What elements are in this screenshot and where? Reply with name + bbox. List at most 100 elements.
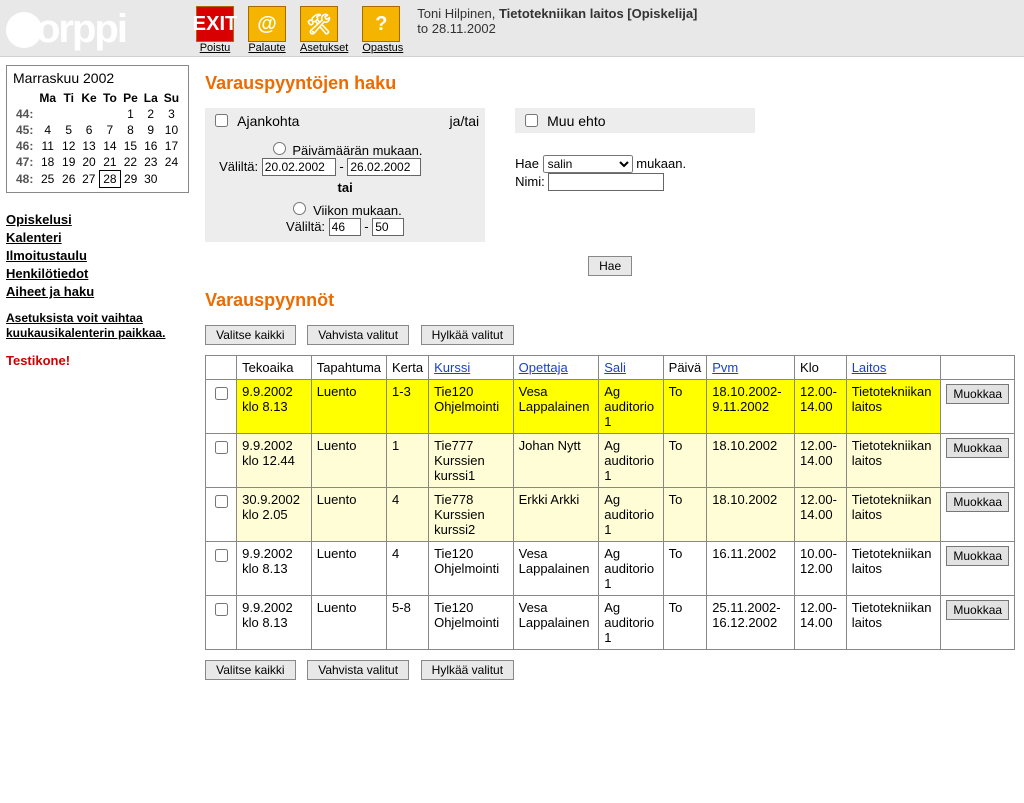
col-kurssi-link[interactable]: Kurssi: [434, 360, 470, 375]
row-checkbox[interactable]: [215, 603, 228, 616]
calendar-day[interactable]: 1: [120, 106, 141, 122]
user-department: Tietotekniikan laitos [Opiskelija]: [499, 6, 697, 21]
exit-button[interactable]: EXIT Poistu: [196, 6, 234, 54]
nav-ilmoitustaulu[interactable]: Ilmoitustaulu: [6, 247, 189, 265]
edit-button[interactable]: Muokkaa: [946, 546, 1009, 566]
calendar-day[interactable]: 11: [36, 138, 59, 154]
search-by-select[interactable]: salin: [543, 155, 633, 173]
calendar-day[interactable]: 6: [78, 122, 99, 138]
calendar-day[interactable]: [36, 106, 59, 122]
row-checkbox[interactable]: [215, 549, 228, 562]
help-label[interactable]: Opastus: [362, 42, 403, 54]
week-from-input[interactable]: [329, 218, 361, 236]
edit-button[interactable]: Muokkaa: [946, 438, 1009, 458]
calendar-day[interactable]: 8: [120, 122, 141, 138]
calendar-day[interactable]: 18: [36, 154, 59, 171]
calendar-day[interactable]: 29: [120, 171, 141, 188]
calendar-day[interactable]: [59, 106, 78, 122]
calendar-day[interactable]: 23: [141, 154, 161, 171]
calendar-day[interactable]: 20: [78, 154, 99, 171]
calendar-day-today[interactable]: 28: [100, 171, 120, 188]
settings-button[interactable]: 🛠 Asetukset: [300, 6, 348, 54]
edit-button[interactable]: Muokkaa: [946, 492, 1009, 512]
settings-label[interactable]: Asetukset: [300, 42, 348, 54]
cell-tekoaika: 30.9.2002 klo 2.05: [237, 488, 312, 542]
cell-laitos: Tietotekniikan laitos: [846, 596, 941, 650]
date-from-input[interactable]: [262, 158, 336, 176]
calendar-day[interactable]: [78, 106, 99, 122]
col-tapahtuma: Tapahtuma: [311, 356, 386, 380]
calendar-day[interactable]: 19: [59, 154, 78, 171]
calendar-day[interactable]: [161, 171, 182, 188]
calendar-day[interactable]: 2: [141, 106, 161, 122]
cell-tapahtuma: Luento: [311, 380, 386, 434]
ajankohta-checkbox[interactable]: [215, 114, 228, 127]
col-pvm-link[interactable]: Pvm: [712, 360, 738, 375]
help-button[interactable]: ? Opastus: [362, 6, 403, 54]
calendar-day[interactable]: 15: [120, 138, 141, 154]
calendar-day[interactable]: 14: [100, 138, 120, 154]
calendar-day[interactable]: 5: [59, 122, 78, 138]
nav-opiskelusi[interactable]: Opiskelusi: [6, 211, 189, 229]
question-icon: ?: [362, 6, 400, 42]
exit-label[interactable]: Poistu: [200, 42, 231, 54]
calendar-day[interactable]: 27: [78, 171, 99, 188]
select-all-button[interactable]: Valitse kaikki: [205, 660, 295, 680]
muu-checkbox[interactable]: [525, 114, 538, 127]
calendar-day[interactable]: 4: [36, 122, 59, 138]
cell-laitos: Tietotekniikan laitos: [846, 380, 941, 434]
calendar-day[interactable]: 17: [161, 138, 182, 154]
calendar-day[interactable]: 25: [36, 171, 59, 188]
row-checkbox[interactable]: [215, 441, 228, 454]
viikko-radio[interactable]: [293, 202, 306, 215]
week-number: 47:: [13, 154, 36, 171]
feedback-button[interactable]: @ Palaute: [248, 6, 286, 54]
row-checkbox[interactable]: [215, 387, 228, 400]
calendar-day[interactable]: [100, 106, 120, 122]
calendar-day[interactable]: 21: [100, 154, 120, 171]
calendar-day[interactable]: 16: [141, 138, 161, 154]
date-to-input[interactable]: [347, 158, 421, 176]
calendar-day[interactable]: 22: [120, 154, 141, 171]
toolbar: EXIT Poistu @ Palaute 🛠 Asetukset ? Opas…: [186, 6, 403, 54]
paiva-radio[interactable]: [273, 142, 286, 155]
edit-button[interactable]: Muokkaa: [946, 384, 1009, 404]
select-all-button[interactable]: Valitse kaikki: [205, 325, 295, 345]
calendar-day[interactable]: 10: [161, 122, 182, 138]
cell-pvm: 25.11.2002-16.12.2002: [707, 596, 795, 650]
nav-kalenteri[interactable]: Kalenteri: [6, 229, 189, 247]
calendar-day[interactable]: 13: [78, 138, 99, 154]
calendar-day[interactable]: 24: [161, 154, 182, 171]
day-header: To: [100, 90, 120, 106]
calendar-day[interactable]: 26: [59, 171, 78, 188]
col-laitos-link[interactable]: Laitos: [852, 360, 887, 375]
calendar-day[interactable]: 7: [100, 122, 120, 138]
hae-button[interactable]: Hae: [588, 256, 632, 276]
reject-button[interactable]: Hylkää valitut: [421, 660, 514, 680]
user-info: Toni Hilpinen, Tietotekniikan laitos [Op…: [403, 6, 697, 36]
col-sali-link[interactable]: Sali: [604, 360, 626, 375]
week-number: 46:: [13, 138, 36, 154]
feedback-label[interactable]: Palaute: [248, 42, 285, 54]
jatai-label: ja/tai: [450, 113, 480, 129]
confirm-button[interactable]: Vahvista valitut: [307, 325, 409, 345]
week-to-input[interactable]: [372, 218, 404, 236]
calendar-day[interactable]: 12: [59, 138, 78, 154]
nav-aiheet[interactable]: Aiheet ja haku: [6, 283, 189, 301]
cell-sali: Ag auditorio 1: [599, 542, 663, 596]
reject-button[interactable]: Hylkää valitut: [421, 325, 514, 345]
row-checkbox[interactable]: [215, 495, 228, 508]
calendar-day[interactable]: 30: [141, 171, 161, 188]
content: Varauspyyntöjen haku Ajankohta ja/tai Pä…: [195, 57, 1024, 700]
confirm-button[interactable]: Vahvista valitut: [307, 660, 409, 680]
day-header: Ke: [78, 90, 99, 106]
paiva-label: Päivämäärän mukaan.: [292, 143, 422, 158]
edit-button[interactable]: Muokkaa: [946, 600, 1009, 620]
nav-henkilotiedot[interactable]: Henkilötiedot: [6, 265, 189, 283]
cell-sali: Ag auditorio 1: [599, 596, 663, 650]
calendar-day[interactable]: 3: [161, 106, 182, 122]
settings-hint[interactable]: Asetuksista voit vaihtaa kuukausikalente…: [6, 311, 189, 341]
calendar-day[interactable]: 9: [141, 122, 161, 138]
nimi-input[interactable]: [548, 173, 664, 191]
col-opettaja-link[interactable]: Opettaja: [519, 360, 568, 375]
